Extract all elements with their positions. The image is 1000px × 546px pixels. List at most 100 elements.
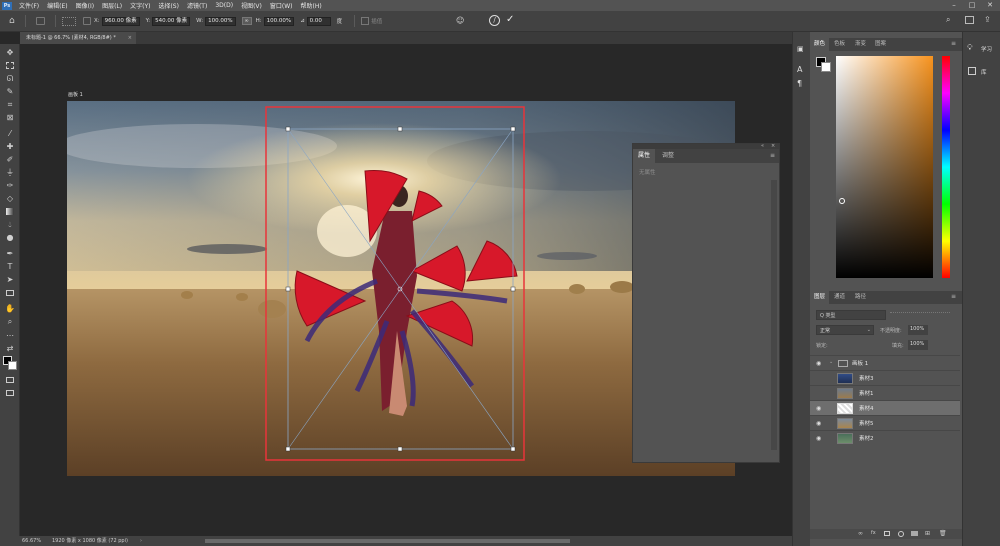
y-field[interactable]: 540.00 像素 [152, 16, 191, 26]
horizontal-scrollbar[interactable] [205, 539, 570, 543]
learn-label[interactable]: 学习 [981, 45, 992, 53]
lasso-tool-icon[interactable]: ᘏ [5, 74, 15, 84]
reference-point-icon[interactable] [62, 16, 76, 26]
document-info[interactable]: 1920 像素 x 1080 像素 (72 ppi) [52, 536, 128, 546]
crop-tool-icon[interactable]: ⌗ [5, 100, 15, 110]
tab-color[interactable]: 颜色 [810, 38, 830, 51]
libraries-label[interactable]: 库 [981, 68, 987, 76]
h-field[interactable]: 100.00% [263, 16, 295, 26]
healing-brush-tool-icon[interactable]: ✚ [5, 142, 15, 152]
hue-slider[interactable] [942, 56, 950, 278]
menu-edit[interactable]: 编辑(E) [43, 1, 71, 10]
eye-icon[interactable]: ◉ [816, 405, 824, 412]
menu-view[interactable]: 视图(V) [237, 1, 266, 10]
share-icon[interactable]: ⇪ [984, 15, 994, 25]
blur-tool-icon[interactable]: 💧︎ [5, 220, 15, 230]
menu-file[interactable]: 文件(F) [15, 1, 43, 10]
minimize-button[interactable]: – [945, 0, 963, 11]
blend-mode-select[interactable]: 正常 ⌄ [816, 325, 874, 335]
menu-window[interactable]: 窗口(W) [266, 1, 297, 10]
tab-swatches[interactable]: 色板 [830, 38, 849, 51]
layer-row-selected[interactable]: ◉ 素材4 [810, 400, 960, 415]
quick-mask-icon[interactable] [5, 375, 15, 385]
w-field[interactable]: 100.00% [205, 16, 236, 26]
interpolation-icon[interactable] [361, 17, 370, 25]
eye-hidden-icon[interactable]: ◉ [816, 390, 824, 397]
brush-tool-icon[interactable]: ✐ [5, 155, 15, 165]
default-colors-icon[interactable]: ⇄ [5, 344, 15, 354]
home-icon[interactable]: ⌂ [9, 16, 19, 26]
eye-icon[interactable]: ◉ [816, 360, 824, 367]
new-layer-icon[interactable]: ⊞ [925, 530, 930, 537]
menu-select[interactable]: 选择(S) [154, 1, 183, 10]
color-picker-field[interactable] [836, 56, 933, 278]
relative-position-icon[interactable] [83, 17, 91, 25]
menu-3d[interactable]: 3D(D) [211, 2, 237, 9]
search-icon[interactable]: ⌕ [946, 15, 956, 25]
maximize-button[interactable]: □ [963, 0, 981, 11]
cancel-transform-icon[interactable]: / [489, 15, 500, 26]
character-icon[interactable]: A [797, 65, 807, 75]
close-tab-icon[interactable]: × [128, 32, 132, 44]
dodge-tool-icon[interactable]: ● [5, 233, 15, 243]
menu-help[interactable]: 帮助(H) [297, 1, 326, 10]
eye-icon[interactable]: ◉ [816, 435, 824, 442]
fx-icon[interactable]: fx [871, 530, 876, 536]
panel-menu-icon[interactable]: ≡ [770, 153, 775, 159]
eye-icon[interactable]: ◉ [816, 420, 824, 427]
link-layers-icon[interactable]: ∞ [858, 530, 863, 537]
layer-row[interactable]: ◉ 素材2 [810, 430, 960, 445]
layer-row[interactable]: ◉ 素材5 [810, 415, 960, 430]
link-proportions-icon[interactable]: ∞ [241, 17, 252, 25]
workspace-icon[interactable] [965, 16, 974, 24]
layer-filter-field[interactable]: Q 类型 [816, 310, 886, 320]
rectangle-tool-icon[interactable] [5, 288, 15, 298]
tab-paths[interactable]: 路径 [851, 291, 870, 304]
menu-image[interactable]: 图像(I) [72, 1, 98, 10]
layer-row-artboard[interactable]: ◉ ⌄ 画板 1 [810, 355, 960, 370]
eyedropper-tool-icon[interactable]: ⁄ [5, 129, 15, 139]
gradient-tool-icon[interactable] [5, 207, 15, 217]
properties-scrollbar[interactable] [771, 180, 777, 450]
clone-stamp-tool-icon[interactable]: ⏚ [5, 168, 15, 178]
edit-toolbar-icon[interactable]: ⋯ [5, 331, 15, 341]
tab-patterns[interactable]: 图案 [871, 38, 890, 51]
paragraph-icon[interactable]: ¶ [797, 79, 807, 89]
new-group-icon[interactable] [911, 531, 918, 536]
add-mask-icon[interactable] [884, 531, 890, 536]
status-arrow-icon[interactable]: › [140, 536, 142, 546]
move-tool-icon[interactable]: ✥ [5, 48, 15, 58]
warp-mode-icon[interactable]: ☺ [456, 16, 466, 26]
fill-field[interactable]: 100% [908, 340, 928, 350]
background-color-swatch[interactable] [8, 361, 17, 370]
document-tab[interactable]: 未标题-1 @ 66.7% (素材4, RGB/8#) * × [20, 32, 136, 44]
interpolation-label[interactable]: 插值 [371, 17, 382, 25]
tab-layers[interactable]: 图层 [810, 291, 830, 304]
panel-menu-icon[interactable]: ≡ [951, 41, 956, 47]
menu-layer[interactable]: 图层(L) [98, 1, 126, 10]
hand-tool-icon[interactable]: ✋ [5, 304, 15, 314]
x-field[interactable]: 960.00 像素 [101, 16, 140, 26]
opacity-field[interactable]: 100% [908, 325, 928, 335]
history-brush-tool-icon[interactable]: ✑ [5, 181, 15, 191]
panel-menu-icon[interactable]: ≡ [951, 294, 956, 300]
frame-tool-icon[interactable]: ⊠ [5, 113, 15, 123]
tab-gradients[interactable]: 渐变 [851, 38, 870, 51]
commit-check-icon[interactable]: ✓ [506, 14, 518, 26]
type-tool-icon[interactable]: T [5, 262, 15, 272]
eye-hidden-icon[interactable]: ◉ [816, 375, 824, 382]
transform-tool-icon[interactable] [36, 17, 45, 25]
menu-filter[interactable]: 滤镜(T) [183, 1, 211, 10]
zoom-tool-icon[interactable]: ⌕ [5, 317, 15, 327]
close-window-button[interactable]: ✕ [981, 0, 999, 11]
chevron-down-icon[interactable]: ⌄ [829, 359, 833, 365]
layer-row[interactable]: ◉ 素材1 [810, 385, 960, 400]
quick-select-tool-icon[interactable]: ✎ [5, 87, 15, 97]
tab-channels[interactable]: 通道 [830, 291, 849, 304]
tab-properties[interactable]: 属性 [633, 149, 656, 163]
layer-row[interactable]: ◉ 素材3 [810, 370, 960, 385]
eraser-tool-icon[interactable]: ◇ [5, 194, 15, 204]
history-icon[interactable]: ▣ [797, 44, 807, 54]
background-swatch[interactable] [821, 62, 831, 72]
screen-mode-icon[interactable] [5, 388, 15, 398]
